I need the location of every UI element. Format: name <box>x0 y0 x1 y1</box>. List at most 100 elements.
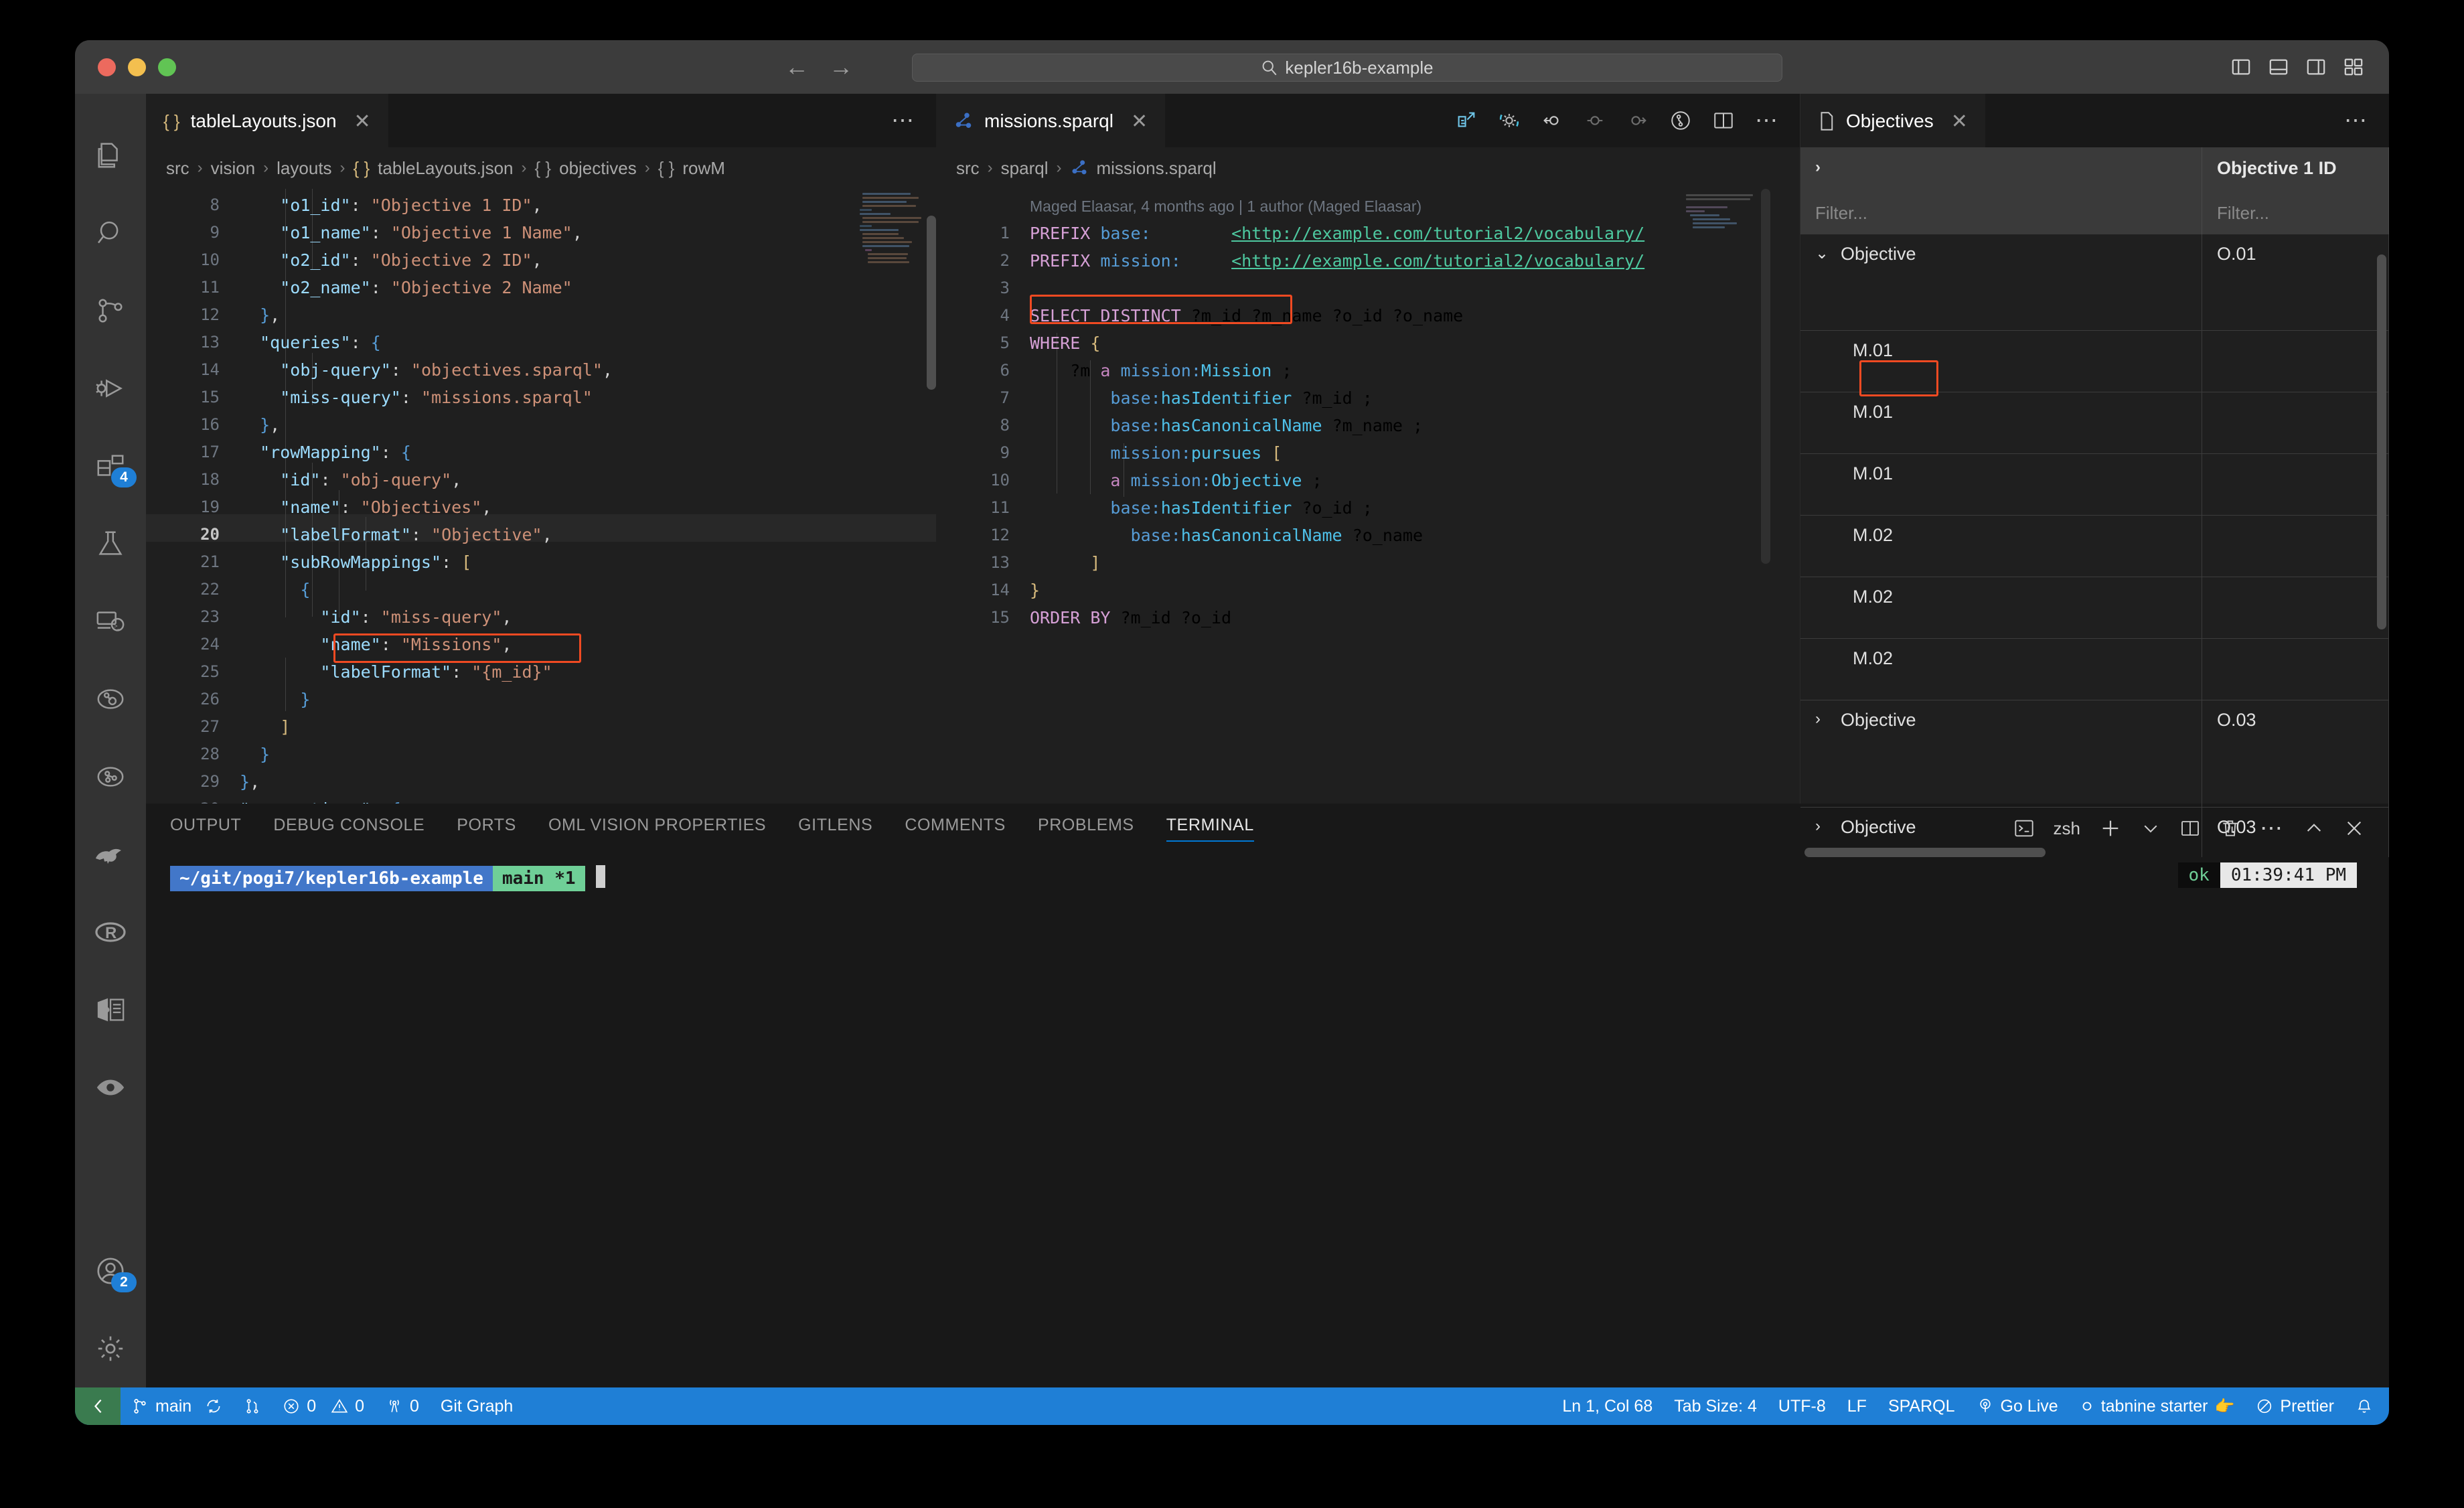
toggle-primary-sidebar-icon[interactable] <box>2231 57 2251 77</box>
table-cell-objective1id[interactable] <box>2202 392 2389 453</box>
tab-tableLayouts-json[interactable]: { } tableLayouts.json ✕ <box>146 94 388 147</box>
minimize-window-button[interactable] <box>128 58 146 76</box>
status-branch[interactable]: main <box>121 1397 233 1416</box>
breadcrumb-item-src[interactable]: src <box>956 158 980 179</box>
breadcrumb-item-objectives[interactable]: objectives <box>559 158 637 179</box>
ellipsis-icon[interactable]: ⋯ <box>891 107 916 134</box>
code-editor-json[interactable]: 8 "o1_id": "Objective 1 ID", 9 "o1_name":… <box>146 189 936 804</box>
quick-input-search[interactable]: kepler16b-example <box>912 54 1782 82</box>
filter-input-col2[interactable]: Filter... <box>2217 203 2374 224</box>
close-icon[interactable] <box>2343 818 2365 839</box>
panel-tab-gitlens[interactable]: GITLENS <box>798 816 872 842</box>
ellipsis-icon[interactable]: ⋯ <box>1755 107 1780 134</box>
customize-layout-icon[interactable] <box>2343 57 2364 77</box>
close-icon[interactable]: ✕ <box>1951 110 1968 133</box>
table-cell-label[interactable]: › Objective <box>1800 700 2202 807</box>
status-notifications[interactable] <box>2345 1398 2384 1415</box>
status-encoding[interactable]: UTF-8 <box>1768 1397 1837 1416</box>
vertical-scrollbar-sparql[interactable] <box>1761 189 1770 564</box>
breadcrumb-item-layouts[interactable]: layouts <box>277 158 331 179</box>
trash-icon[interactable] <box>2220 818 2241 839</box>
go-to-icon[interactable] <box>1584 109 1606 132</box>
sidebar-item-gradle[interactable] <box>75 816 146 893</box>
chevron-down-icon[interactable]: ⌄ <box>1815 244 1831 263</box>
panel-tab-output[interactable]: OUTPUT <box>170 816 241 842</box>
plus-icon[interactable] <box>2099 817 2122 840</box>
split-terminal-icon[interactable] <box>2179 818 2201 839</box>
table-cell-objective1id[interactable]: O.01 <box>2202 234 2389 330</box>
toggle-panel-icon[interactable] <box>2268 57 2289 77</box>
table-cell-objective1id[interactable] <box>2202 454 2389 515</box>
sync-icon[interactable] <box>205 1398 222 1415</box>
table-row[interactable]: › Objective O.03 <box>1800 700 2389 808</box>
run-query-icon[interactable] <box>1498 109 1521 132</box>
sidebar-item-testing[interactable] <box>75 505 146 583</box>
sidebar-item-search[interactable] <box>75 194 146 272</box>
table-row[interactable]: M.02 <box>1800 516 2389 577</box>
table-row[interactable]: M.02 <box>1800 577 2389 639</box>
tab-missions-sparql[interactable]: missions.sparql ✕ <box>936 94 1166 147</box>
table-cell-label[interactable]: M.02 <box>1800 639 2202 700</box>
status-tab-size[interactable]: Tab Size: 4 <box>1663 1397 1768 1416</box>
vertical-scrollbar-objectives[interactable] <box>2377 254 2386 629</box>
table-cell-objective1id[interactable] <box>2202 577 2389 638</box>
go-back-icon[interactable] <box>1541 109 1563 132</box>
table-cell-label[interactable]: M.01 <box>1800 454 2202 515</box>
status-radio-tower[interactable]: 0 <box>375 1397 430 1416</box>
sidebar-item-oml-vision-diagrams[interactable] <box>75 738 146 816</box>
status-pull-request[interactable] <box>233 1398 272 1415</box>
status-go-live[interactable]: Go Live <box>1966 1397 2069 1416</box>
panel-tab-problems[interactable]: PROBLEMS <box>1038 816 1134 842</box>
breadcrumb-item-file[interactable]: tableLayouts.json <box>378 158 513 179</box>
ellipsis-icon[interactable]: ⋯ <box>2344 107 2369 134</box>
sidebar-item-live-preview[interactable] <box>75 1049 146 1126</box>
table-cell-label[interactable]: ⌄ Objective <box>1800 234 2202 330</box>
minimap-json[interactable] <box>853 189 927 804</box>
chevron-right-icon[interactable]: › <box>1815 710 1831 729</box>
sidebar-item-run-and-debug[interactable] <box>75 350 146 427</box>
close-icon[interactable]: ✕ <box>1131 110 1148 133</box>
table-row[interactable]: M.01 <box>1800 454 2389 516</box>
chevron-down-icon[interactable] <box>2141 818 2161 838</box>
panel-tab-terminal[interactable]: TERMINAL <box>1166 816 1254 842</box>
sidebar-item-extensions[interactable]: 4 <box>75 427 146 505</box>
status-git-graph[interactable]: Git Graph <box>430 1397 524 1416</box>
status-prettier[interactable]: Prettier <box>2245 1397 2345 1416</box>
table-row[interactable]: M.01 <box>1800 331 2389 392</box>
go-forward-icon[interactable] <box>1626 109 1649 132</box>
sidebar-item-r-language[interactable]: R <box>75 893 146 971</box>
breadcrumb-item-file[interactable]: missions.sparql <box>1097 158 1217 179</box>
breadcrumb-item-rowmapping[interactable]: rowM <box>682 158 725 179</box>
panel-tab-ports[interactable]: PORTS <box>457 816 516 842</box>
table-cell-label[interactable]: M.02 <box>1800 516 2202 577</box>
close-icon[interactable]: ✕ <box>354 110 371 133</box>
panel-tab-oml-vision-properties[interactable]: OML VISION PROPERTIES <box>548 816 766 842</box>
sidebar-item-explorer[interactable] <box>75 117 146 194</box>
sidebar-item-oml-vision-tables[interactable] <box>75 971 146 1049</box>
breadcrumb-item-vision[interactable]: vision <box>211 158 255 179</box>
split-editor-icon[interactable] <box>1712 109 1735 132</box>
accounts-button[interactable]: 2 <box>75 1232 146 1310</box>
chevron-up-icon[interactable] <box>2303 818 2325 839</box>
status-cursor-position[interactable]: Ln 1, Col 68 <box>1551 1397 1663 1416</box>
status-language-mode[interactable]: SPARQL <box>1877 1397 1966 1416</box>
close-window-button[interactable] <box>98 58 116 76</box>
vertical-scrollbar-json[interactable] <box>927 216 936 390</box>
terminal-content[interactable]: ~/git/pogi7/kepler16b-example main *1 ok 0… <box>146 853 2389 1387</box>
arrow-left-icon[interactable]: ← <box>785 53 809 81</box>
remote-window-button[interactable] <box>75 1387 121 1425</box>
table-row[interactable]: ⌄ Objective O.01 <box>1800 234 2389 331</box>
table-cell-objective1id[interactable] <box>2202 639 2389 700</box>
sidebar-item-oml-vision-abstractions[interactable] <box>75 660 146 738</box>
table-cell-objective1id[interactable] <box>2202 331 2389 392</box>
arrow-right-icon[interactable]: → <box>829 53 853 81</box>
table-cell-label[interactable]: M.02 <box>1800 577 2202 638</box>
maximize-window-button[interactable] <box>158 58 176 76</box>
breadcrumb-item-sparql[interactable]: sparql <box>1001 158 1049 179</box>
toggle-secondary-sidebar-icon[interactable] <box>2306 57 2326 77</box>
table-row[interactable]: M.02 <box>1800 639 2389 700</box>
status-tabnine[interactable]: tabnine starter 👉 <box>2069 1397 2246 1416</box>
panel-tab-debug-console[interactable]: DEBUG CONSOLE <box>273 816 425 842</box>
status-eol[interactable]: LF <box>1837 1397 1877 1416</box>
manage-settings-button[interactable] <box>75 1310 146 1387</box>
